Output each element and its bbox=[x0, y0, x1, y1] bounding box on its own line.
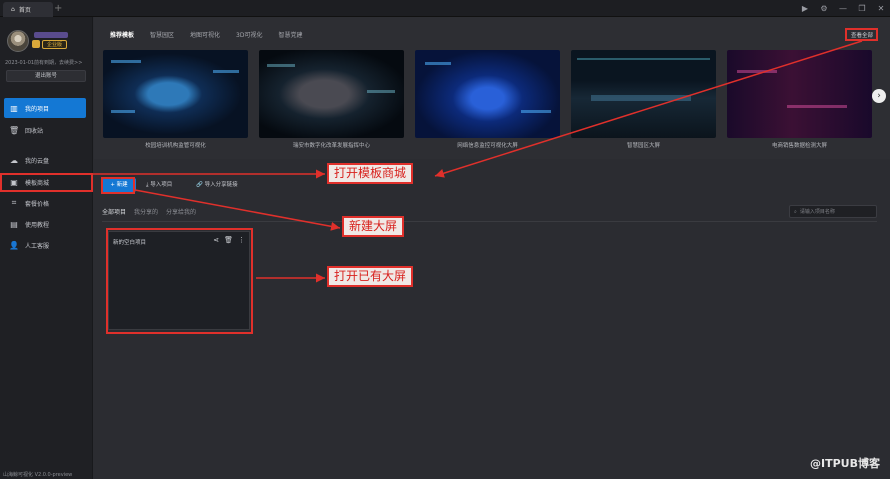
annotation-arrows bbox=[93, 40, 863, 283]
watermark: @ITPUB博客 bbox=[810, 457, 880, 470]
annotation-open-existing: 打开已有大屏 bbox=[327, 266, 414, 287]
annotation-new-screen: 新建大屏 bbox=[342, 216, 405, 237]
annotation-open-store: 打开模板商城 bbox=[327, 163, 414, 184]
